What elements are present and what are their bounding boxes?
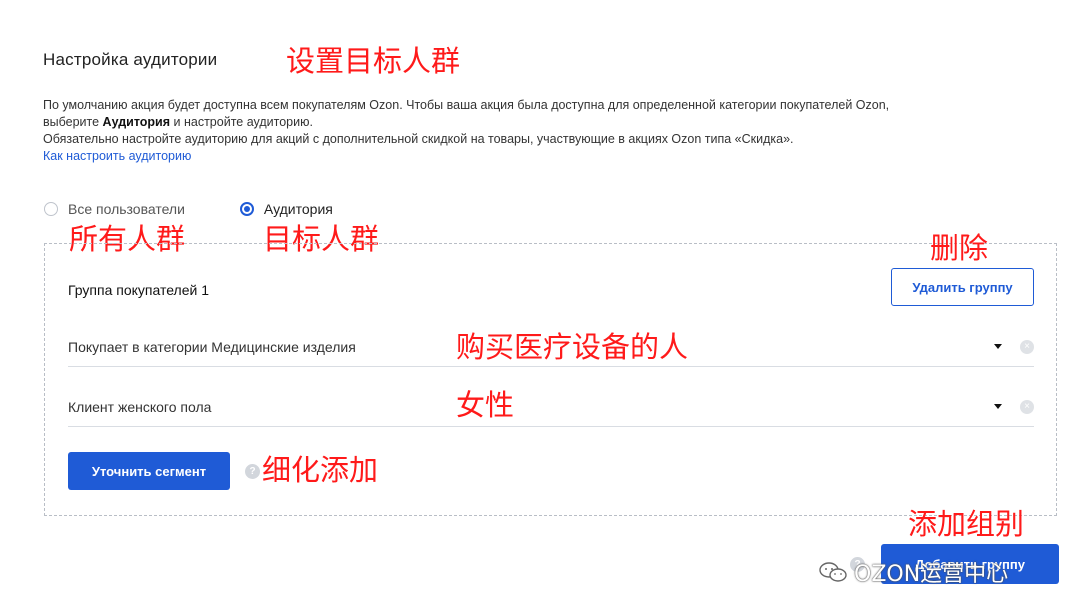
radio-audience-circle[interactable] bbox=[239, 202, 254, 216]
refine-segment-button[interactable]: Уточнить сегмент bbox=[68, 452, 230, 490]
clear-icon[interactable]: × bbox=[1020, 339, 1034, 354]
condition-gender-value: Клиент женского пола bbox=[68, 398, 212, 415]
annotation-condition-1: 购买医疗设备的人 bbox=[456, 330, 689, 364]
description-line-3: Обязательно настройте аудиторию для акци… bbox=[43, 132, 794, 146]
radio-audience-label: Аудитория bbox=[263, 201, 333, 217]
annotation-add-group: 添加组别 bbox=[908, 507, 1025, 541]
clear-icon[interactable]: × bbox=[1020, 399, 1034, 414]
radio-audience[interactable]: Аудитория bbox=[239, 201, 333, 217]
radio-all-users-label: Все пользователи bbox=[68, 201, 185, 217]
section-title: Настройка аудитории bbox=[43, 50, 218, 69]
description-line-2: выберите Аудитория и настройте аудиторию… bbox=[43, 115, 313, 129]
radio-all-users-circle[interactable] bbox=[44, 202, 58, 216]
group-title: Группа покупателей 1 bbox=[68, 282, 209, 298]
section-description: По умолчанию акция будет доступна всем п… bbox=[43, 97, 1053, 165]
help-link[interactable]: Как настроить аудиторию bbox=[43, 149, 191, 163]
watermark: OZON运营中心 bbox=[818, 556, 1008, 588]
delete-group-button[interactable]: Удалить группу bbox=[891, 268, 1034, 306]
wechat-icon bbox=[819, 562, 847, 582]
annotation-title: 设置目标人群 bbox=[286, 44, 461, 78]
condition-select-gender[interactable]: Клиент женского пола × bbox=[68, 387, 1034, 427]
radio-all-users[interactable]: Все пользователи bbox=[44, 201, 185, 217]
annotation-delete: 删除 bbox=[930, 231, 989, 265]
chevron-down-icon[interactable] bbox=[994, 404, 1002, 409]
description-bold-audience: Аудитория bbox=[102, 115, 171, 129]
description-line-1: По умолчанию акция будет доступна всем п… bbox=[43, 98, 890, 112]
annotation-refine: 细化添加 bbox=[262, 453, 379, 487]
audience-radio-group: Все пользователи Аудитория bbox=[44, 201, 333, 217]
chevron-down-icon[interactable] bbox=[994, 344, 1002, 349]
help-icon[interactable]: ? bbox=[245, 464, 260, 479]
watermark-text: OZON运营中心 bbox=[854, 562, 1009, 587]
annotation-condition-2: 女性 bbox=[456, 388, 515, 422]
